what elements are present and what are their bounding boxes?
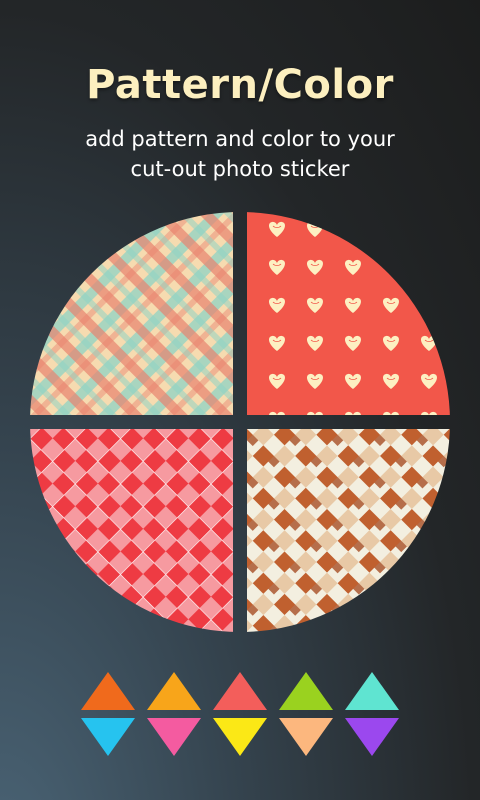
color-swatch-down-4[interactable] — [279, 718, 333, 756]
color-swatches — [0, 670, 480, 770]
swatch-svg — [81, 672, 399, 756]
color-swatch-up-4[interactable] — [279, 672, 333, 710]
subtitle-line-1: add pattern and color to your — [85, 127, 395, 151]
subtitle-line-2: cut-out photo sticker — [130, 157, 350, 181]
page-title: Pattern/Color — [86, 62, 394, 108]
color-swatch-up-1[interactable] — [81, 672, 135, 710]
color-swatch-up-3[interactable] — [213, 672, 267, 710]
page-subtitle: add pattern and color to your cut-out ph… — [0, 124, 480, 184]
color-swatch-down-1[interactable] — [81, 718, 135, 756]
color-swatch-down-2[interactable] — [147, 718, 201, 756]
pattern-circle-svg — [30, 212, 450, 632]
argyle-pattern-quadrant[interactable] — [30, 429, 233, 632]
color-swatch-up-2[interactable] — [147, 672, 201, 710]
hearts-pattern-quadrant[interactable] — [247, 212, 450, 415]
zigzag-pattern-quadrant[interactable] — [247, 429, 450, 632]
color-swatch-down-5[interactable] — [345, 718, 399, 756]
color-swatch-down-3[interactable] — [213, 718, 267, 756]
plaid-pattern-quadrant[interactable] — [30, 212, 233, 415]
pattern-circle — [30, 212, 450, 632]
color-swatch-up-5[interactable] — [345, 672, 399, 710]
